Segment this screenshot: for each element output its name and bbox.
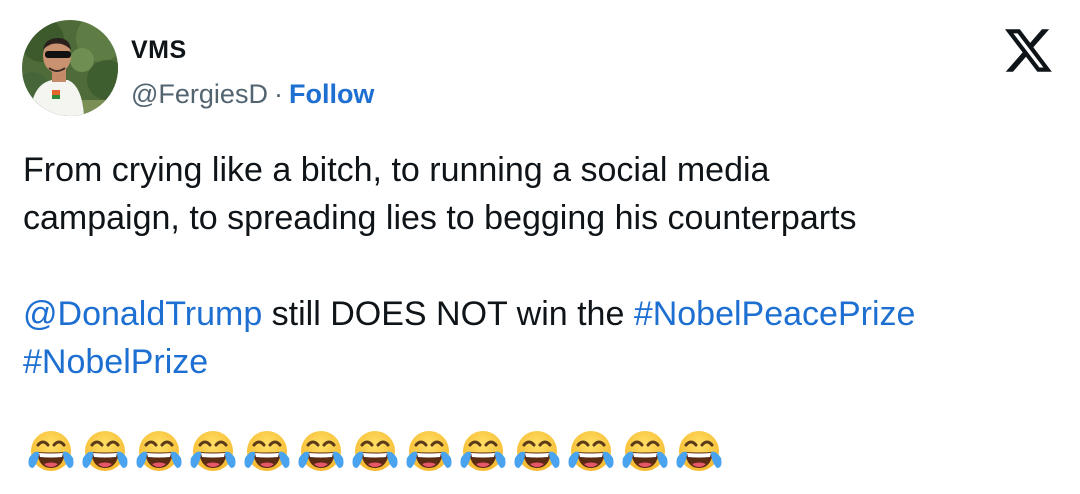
emoji-row <box>25 428 725 476</box>
author-block: VMS @FergiesD · Follow <box>131 36 374 110</box>
author-handle[interactable]: @FergiesD <box>131 79 268 109</box>
tweet-line-2: campaign, to spreading lies to begging h… <box>23 199 857 237</box>
author-handle-row: @FergiesD · Follow <box>131 78 374 110</box>
face-with-tears-of-joy-emoji <box>514 431 560 471</box>
tweet-card: VMS @FergiesD · Follow From crying like a … <box>0 0 1080 494</box>
face-with-tears-of-joy-emoji <box>352 431 398 471</box>
face-with-tears-of-joy-emoji <box>406 431 452 471</box>
face-with-tears-of-joy-emoji <box>568 431 614 471</box>
face-with-tears-of-joy-emoji <box>244 431 290 471</box>
tweet-text: From crying like a bitch, to running a s… <box>23 146 1063 386</box>
tweet-line-1: From crying like a bitch, to running a s… <box>23 151 770 189</box>
face-with-tears-of-joy-emoji <box>136 431 182 471</box>
tweet-paragraph-2: @DonaldTrump still DOES NOT win the #Nob… <box>23 290 1063 386</box>
avatar-photo <box>22 20 118 116</box>
follow-button[interactable]: Follow <box>289 79 374 109</box>
author-display-name[interactable]: VMS <box>131 36 374 64</box>
mention-link[interactable]: @DonaldTrump <box>23 295 262 333</box>
face-with-tears-of-joy-emoji <box>82 431 128 471</box>
avatar[interactable] <box>22 20 118 116</box>
hashtag-nobel-prize[interactable]: #NobelPrize <box>23 343 208 381</box>
face-with-tears-of-joy-emoji <box>676 431 722 471</box>
handle-separator: · <box>273 79 283 109</box>
face-with-tears-of-joy-emoji <box>622 431 668 471</box>
face-with-tears-of-joy-emoji <box>190 431 236 471</box>
face-with-tears-of-joy-emoji <box>298 431 344 471</box>
hashtag-nobel-peace-prize[interactable]: #NobelPeacePrize <box>634 295 916 333</box>
x-logo-icon[interactable] <box>1005 29 1052 72</box>
tweet-paragraph-1: From crying like a bitch, to running a s… <box>23 146 1063 242</box>
face-with-tears-of-joy-emoji <box>28 431 74 471</box>
face-with-tears-of-joy-emoji <box>460 431 506 471</box>
tweet-mid-text: still DOES NOT win the <box>262 295 634 333</box>
